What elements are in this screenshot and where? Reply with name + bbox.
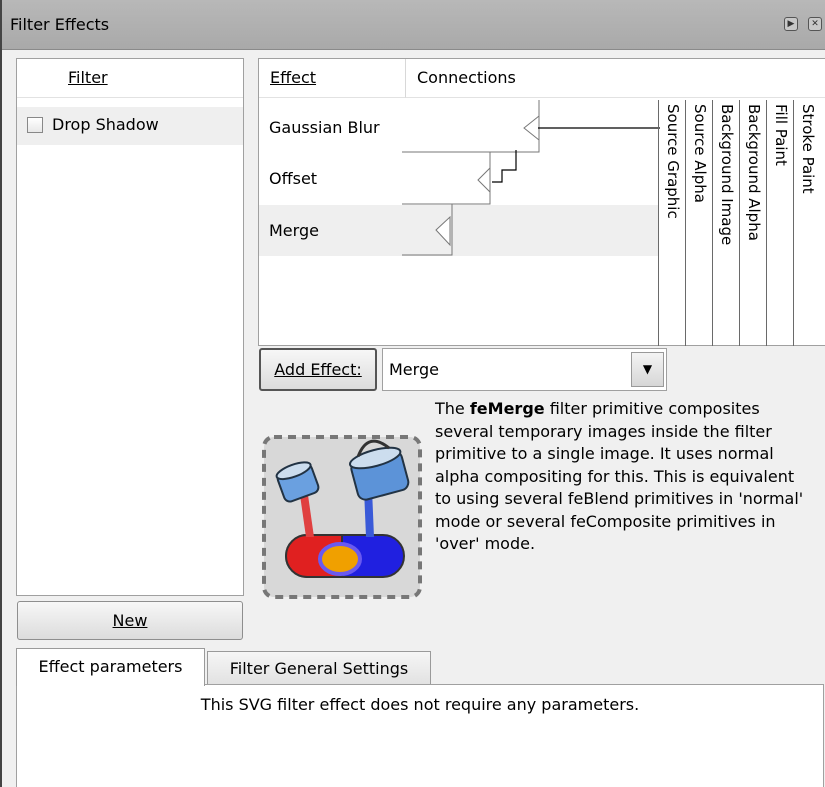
effect-type-select[interactable]: Merge ▼: [382, 348, 667, 391]
tab-filter-general-settings[interactable]: Filter General Settings: [207, 651, 431, 685]
effect-label: Offset: [269, 169, 318, 188]
new-button-label: New: [112, 611, 148, 630]
tab-effect-parameters[interactable]: Effect parameters: [16, 648, 205, 686]
effect-parameters-pane: This SVG filter effect does not require …: [16, 684, 824, 787]
filter-column-header[interactable]: Filter: [17, 59, 243, 98]
parameters-message: This SVG filter effect does not require …: [200, 695, 640, 714]
window-title: Filter Effects: [10, 15, 110, 34]
play-icon[interactable]: ▶: [784, 17, 798, 31]
selected-effect-value: Merge: [389, 360, 439, 379]
filter-effects-window: Filter Effects ▶ ✕ Filter Drop Shadow Ne…: [0, 0, 825, 787]
background-image-label[interactable]: Background Image: [716, 104, 738, 245]
chevron-down-icon[interactable]: ▼: [631, 352, 664, 387]
filter-enabled-checkbox[interactable]: [27, 117, 43, 133]
add-effect-button[interactable]: Add Effect:: [259, 348, 377, 391]
add-effect-label: Add Effect:: [274, 360, 362, 379]
filter-item-label: Drop Shadow: [52, 115, 159, 134]
filter-header-label: Filter: [68, 68, 108, 87]
merge-buckets-icon: [262, 435, 422, 599]
source-column-divider: [658, 100, 659, 346]
effect-column-header[interactable]: Effect: [259, 59, 406, 98]
source-alpha-label[interactable]: Source Alpha: [689, 104, 711, 203]
title-bar: Filter Effects ▶ ✕: [2, 0, 825, 50]
connection-graph: [402, 100, 660, 256]
close-icon[interactable]: ✕: [808, 17, 822, 31]
source-column-divider: [685, 100, 686, 346]
filter-list-panel: Filter Drop Shadow: [16, 58, 244, 596]
source-graphic-label[interactable]: Source Graphic: [662, 104, 684, 219]
source-column-divider: [793, 100, 794, 346]
effect-label: Gaussian Blur: [269, 118, 380, 137]
effect-label: Merge: [269, 221, 319, 240]
filter-item-drop-shadow[interactable]: Drop Shadow: [17, 107, 243, 145]
new-filter-button[interactable]: New: [17, 601, 243, 640]
source-column-divider: [739, 100, 740, 346]
source-column-divider: [712, 100, 713, 346]
description-term: feMerge: [469, 399, 545, 418]
fill-paint-label[interactable]: Fill Paint: [770, 104, 792, 166]
background-alpha-label[interactable]: Background Alpha: [743, 104, 765, 241]
tab-label: Effect parameters: [38, 657, 183, 676]
description-body: filter primitive composites several temp…: [435, 399, 804, 553]
effect-description: The feMerge filter primitive composites …: [435, 398, 815, 556]
stroke-paint-label[interactable]: Stroke Paint: [797, 104, 819, 194]
description-prefix: The: [435, 399, 470, 418]
connections-header-label: Connections: [417, 68, 516, 87]
connections-column-header[interactable]: Connections: [406, 59, 825, 98]
source-column-divider: [766, 100, 767, 346]
effect-header-label: Effect: [270, 68, 317, 87]
tab-label: Filter General Settings: [229, 659, 409, 678]
